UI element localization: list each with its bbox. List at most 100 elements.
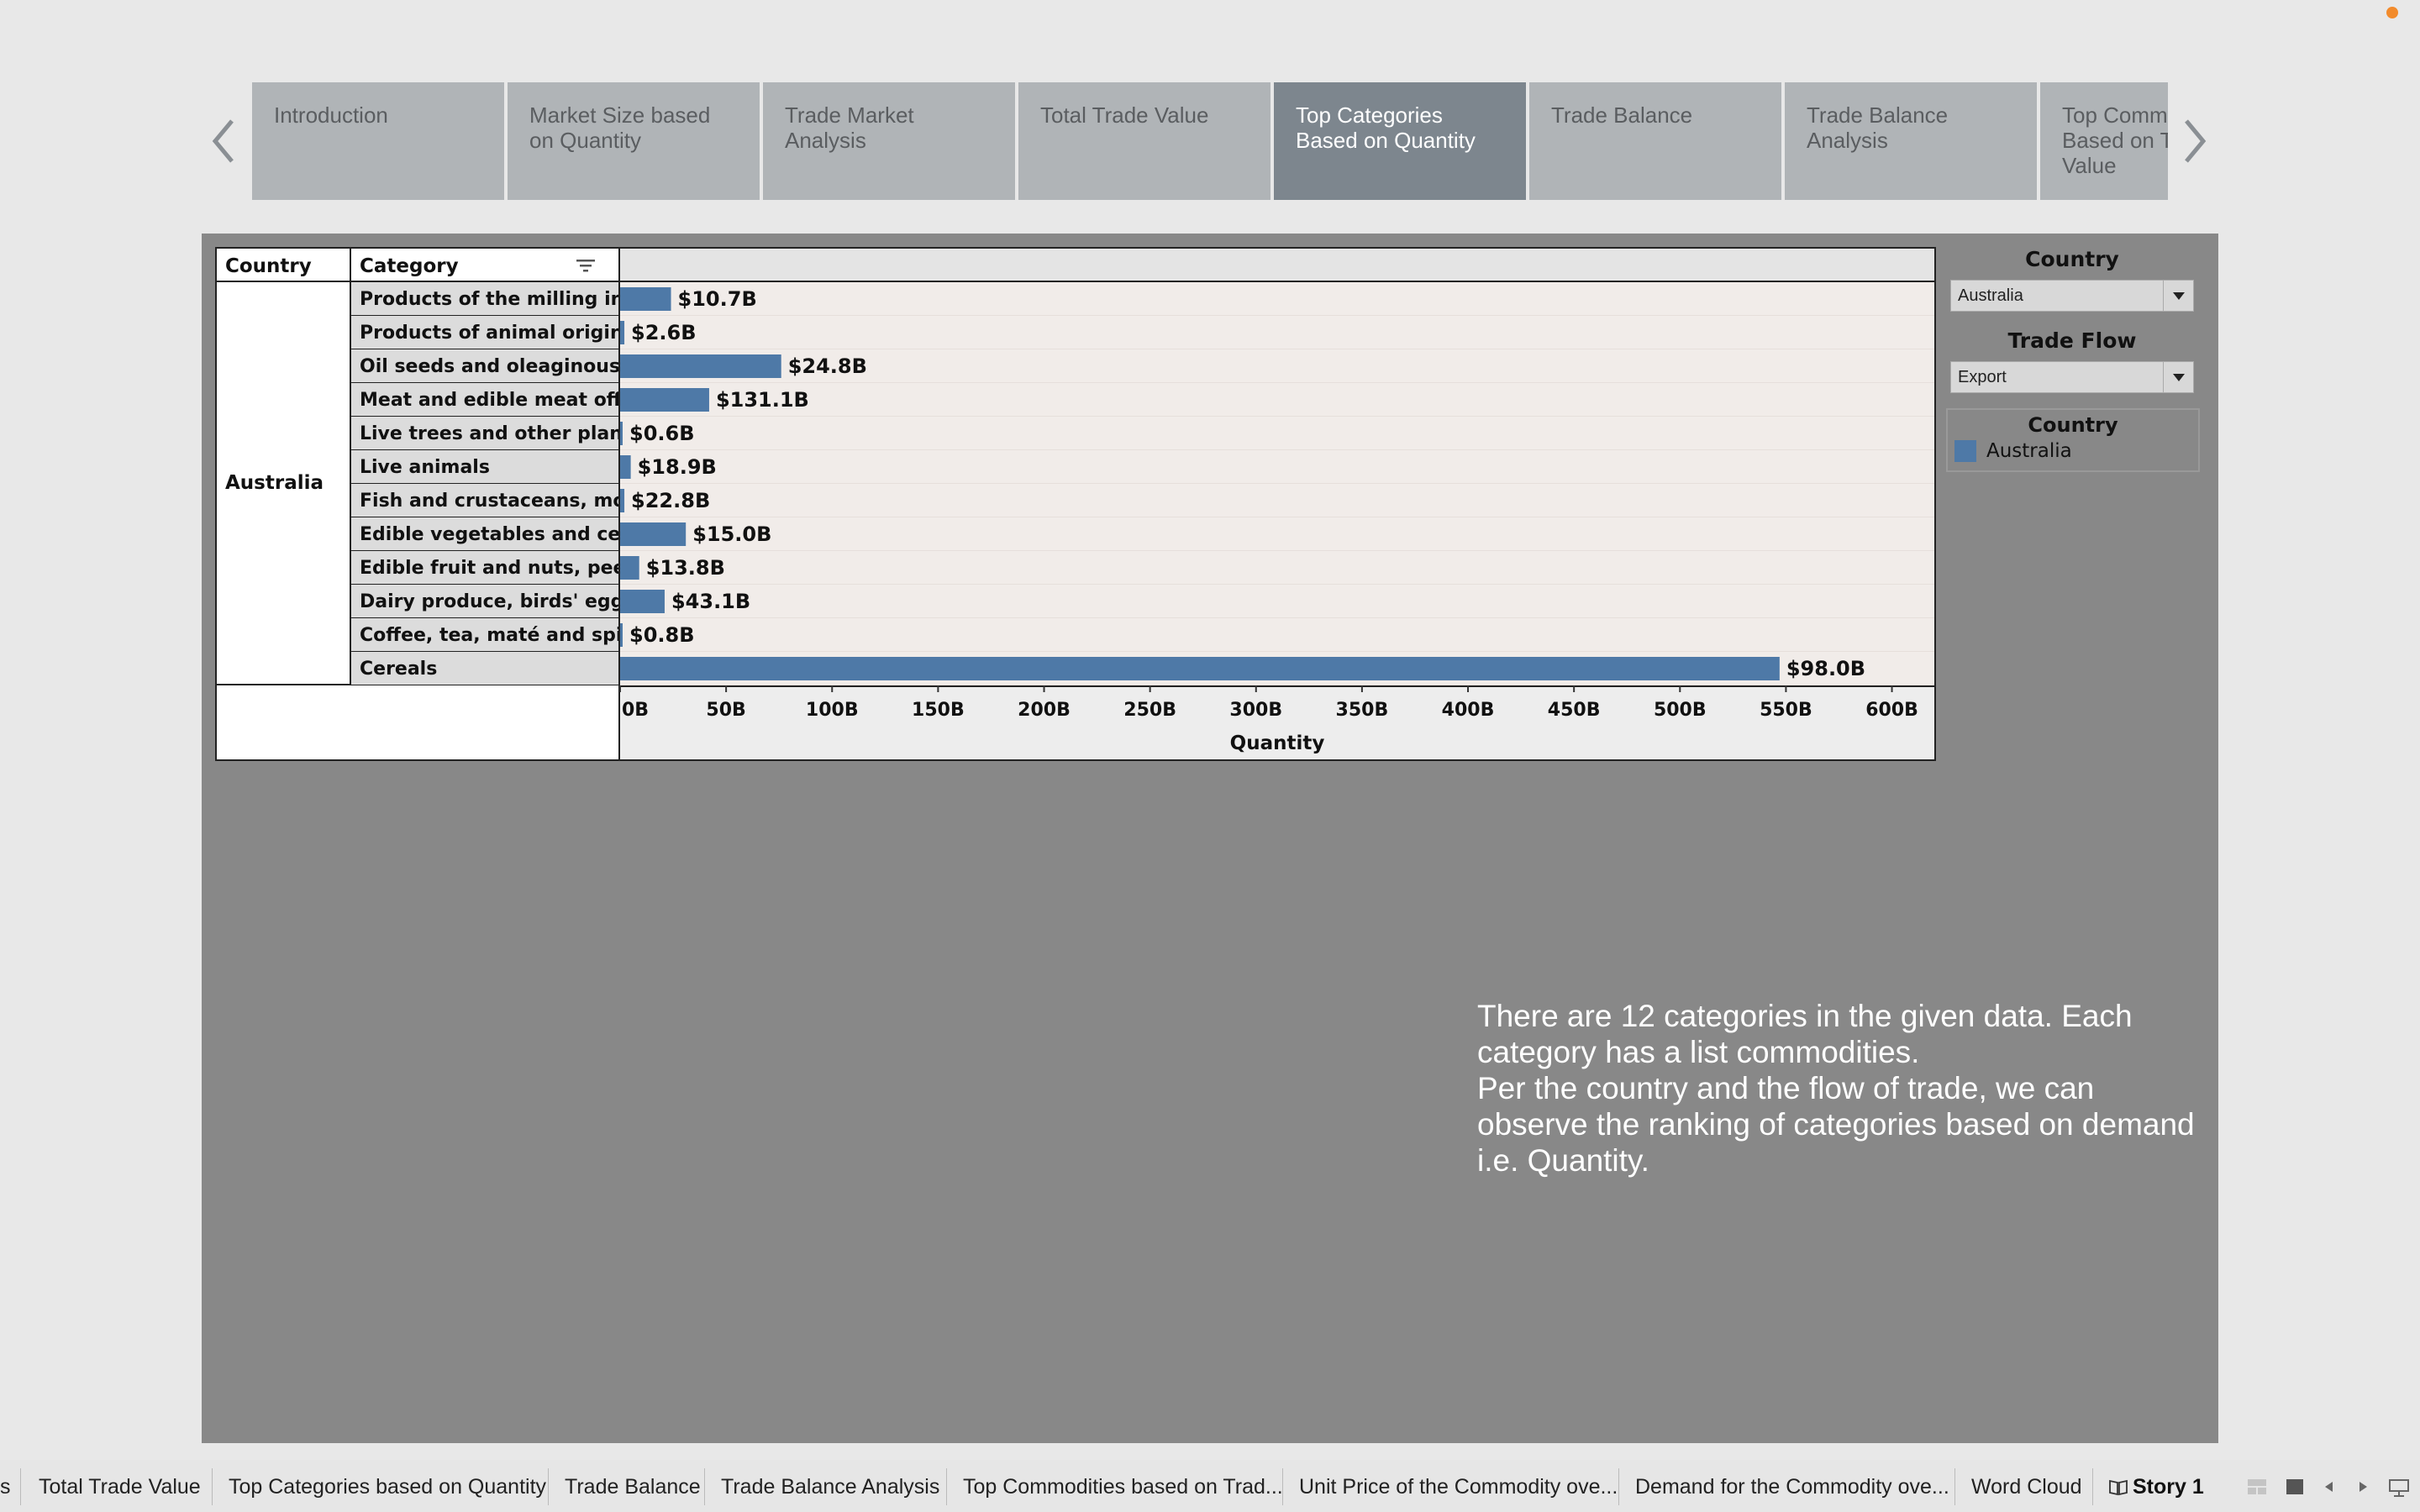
tab-separator xyxy=(1618,1468,1619,1505)
dropdown-arrow-icon xyxy=(2163,281,2193,311)
bar[interactable] xyxy=(620,455,631,479)
chevron-right-icon xyxy=(2185,119,2207,163)
x-axis-tick-label: 250B xyxy=(1123,700,1176,721)
tab-separator xyxy=(2092,1468,2093,1505)
show-filmstrip-icon[interactable] xyxy=(2247,1478,2267,1495)
category-header-label: Category xyxy=(360,255,459,277)
tab-word-cloud[interactable]: Word Cloud xyxy=(1971,1470,2082,1504)
category-row-label[interactable]: Fish and crustaceans, mol.. xyxy=(351,484,620,517)
country-cell[interactable]: Australia xyxy=(217,282,351,685)
tab-separator xyxy=(1282,1468,1283,1505)
country-filter-dropdown[interactable]: Australia xyxy=(1950,280,2194,312)
tab-trade-balance-analysis[interactable]: Trade Balance Analysis xyxy=(721,1470,939,1504)
x-axis-tick-label: 200B xyxy=(1018,700,1071,721)
presentation-mode-icon[interactable] xyxy=(2388,1478,2410,1497)
tab-trade-balance[interactable]: Trade Balance xyxy=(565,1470,701,1504)
story-point-top-commodities[interactable]: Top Commodities Based on Trade Value xyxy=(2040,82,2168,200)
trade-flow-filter-dropdown[interactable]: Export xyxy=(1950,361,2194,393)
x-axis-tick-label: 100B xyxy=(806,700,859,721)
story-book-icon xyxy=(2109,1479,2128,1496)
next-story-point-button[interactable] xyxy=(2176,108,2213,175)
tab-unit-price[interactable]: Unit Price of the Commodity ove... xyxy=(1299,1470,1618,1504)
category-row-label[interactable]: Live animals xyxy=(351,450,620,484)
story-point-trade-balance-analysis[interactable]: Trade Balance Analysis xyxy=(1785,82,2037,200)
category-row-label[interactable]: Live trees and other plant.. xyxy=(351,417,620,450)
worksheet-footer xyxy=(217,685,620,759)
story-point-trade-market-analysis[interactable]: Trade Market Analysis xyxy=(763,82,1015,200)
plot-header xyxy=(620,249,1934,282)
bar-data-label: $22.8B xyxy=(631,489,710,512)
tab-top-commodities[interactable]: Top Commodities based on Trad... xyxy=(963,1470,1283,1504)
legend-item-australia[interactable]: Australia xyxy=(1954,440,2191,462)
x-axis-tick-label: 300B xyxy=(1229,700,1282,721)
bar-data-label: $2.6B xyxy=(631,321,697,344)
bar[interactable] xyxy=(620,388,709,412)
bar-data-label: $13.8B xyxy=(646,556,725,580)
story-point-trade-balance[interactable]: Trade Balance xyxy=(1529,82,1781,200)
category-row-label[interactable]: Oil seeds and oleaginous f.. xyxy=(351,349,620,383)
bar[interactable] xyxy=(620,590,665,613)
legend-title: Country xyxy=(2028,413,2118,437)
tab-story-1-label: Story 1 xyxy=(2133,1475,2204,1499)
bar[interactable] xyxy=(620,657,1780,680)
x-axis-tick-label: 600B xyxy=(1865,700,1918,721)
bar-data-label: $131.1B xyxy=(716,388,809,412)
tab-separator xyxy=(548,1468,549,1505)
x-axis-tick-label: 450B xyxy=(1548,700,1601,721)
scroll-left-icon[interactable] xyxy=(2323,1478,2334,1495)
tab-separator xyxy=(946,1468,947,1505)
category-row-label[interactable]: Products of the milling in.. xyxy=(351,282,620,316)
x-axis-tick-label: 400B xyxy=(1442,700,1495,721)
sort-icon[interactable] xyxy=(576,259,595,272)
category-row-label[interactable]: Edible fruit and nuts, peel.. xyxy=(351,551,620,585)
tab-separator xyxy=(20,1468,21,1505)
story-point-top-categories[interactable]: Top Categories Based on Quantity xyxy=(1274,82,1526,200)
category-row-label[interactable]: Coffee, tea, maté and spic.. xyxy=(351,618,620,652)
tab-separator xyxy=(1954,1468,1955,1505)
x-axis-tick-label: 350B xyxy=(1336,700,1389,721)
bar[interactable] xyxy=(620,287,671,311)
bar[interactable] xyxy=(620,556,639,580)
chevron-left-icon xyxy=(212,119,234,163)
category-column-header[interactable]: Category xyxy=(351,249,620,282)
trade-flow-filter-title: Trade Flow xyxy=(2007,328,2137,353)
bar-data-label: $0.6B xyxy=(629,422,695,445)
category-row-label[interactable]: Products of animal origin,.. xyxy=(351,316,620,349)
scroll-right-icon[interactable] xyxy=(2358,1478,2370,1495)
bar-data-label: $24.8B xyxy=(788,354,867,378)
country-filter-title: Country xyxy=(2025,247,2119,271)
tab-top-categories[interactable]: Top Categories based on Quantity xyxy=(229,1470,546,1504)
bar-data-label: $15.0B xyxy=(692,522,771,546)
annotation-text: There are 12 categories in the given dat… xyxy=(1477,998,2200,1179)
story-point-introduction[interactable]: Introduction xyxy=(252,82,504,200)
bar-data-label: $18.9B xyxy=(638,455,717,479)
bar[interactable] xyxy=(620,354,781,378)
show-tabs-icon[interactable] xyxy=(2286,1478,2304,1495)
category-row-label[interactable]: Meat and edible meat offal xyxy=(351,383,620,417)
sheet-tab-bar: s Total Trade Value Top Categories based… xyxy=(0,1460,2420,1512)
annotation-line-1: There are 12 categories in the given dat… xyxy=(1477,999,2133,1069)
bar[interactable] xyxy=(620,422,623,445)
category-row-label[interactable]: Cereals xyxy=(351,652,620,685)
bar-data-label: $43.1B xyxy=(671,590,750,613)
legend-swatch xyxy=(1954,440,1976,462)
bar[interactable] xyxy=(620,623,623,647)
story-point-market-size[interactable]: Market Size based on Quantity xyxy=(508,82,760,200)
tab-story-1[interactable]: Story 1 xyxy=(2109,1470,2218,1504)
bar[interactable] xyxy=(620,321,625,344)
story-points-strip: Introduction Market Size based on Quanti… xyxy=(252,82,2168,200)
tab-total-trade-value[interactable]: Total Trade Value xyxy=(39,1470,201,1504)
story-point-total-trade-value[interactable]: Total Trade Value xyxy=(1018,82,1270,200)
tab-previous-sheet[interactable]: s xyxy=(0,1470,11,1504)
category-row-label[interactable]: Dairy produce, birds' eggs.. xyxy=(351,585,620,618)
x-axis-tick-label: 150B xyxy=(912,700,965,721)
categories-worksheet: Country Category Australia Products of t… xyxy=(215,247,1936,761)
category-row-label[interactable]: Edible vegetables and cer.. xyxy=(351,517,620,551)
country-column-header[interactable]: Country xyxy=(217,249,351,282)
annotation-line-2: Per the country and the flow of trade, w… xyxy=(1477,1071,2195,1178)
bar[interactable] xyxy=(620,489,625,512)
tab-demand[interactable]: Demand for the Commodity ove... xyxy=(1635,1470,1949,1504)
x-axis-tick-label: 50B xyxy=(706,700,745,721)
bar[interactable] xyxy=(620,522,687,546)
previous-story-point-button[interactable] xyxy=(205,108,242,175)
